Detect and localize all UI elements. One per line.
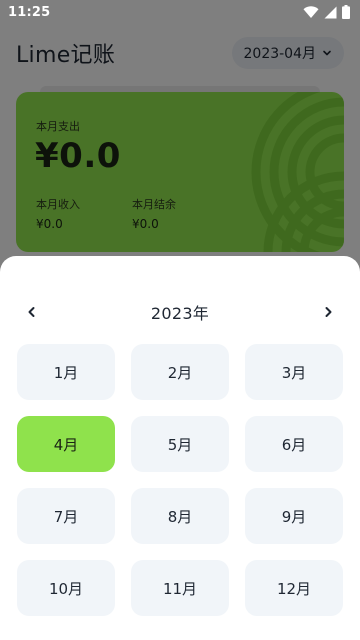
status-time: 11:25: [8, 4, 51, 20]
year-switcher: 2023年: [0, 292, 360, 332]
month-option-3[interactable]: 3月: [245, 344, 343, 400]
month-option-12[interactable]: 12月: [245, 560, 343, 616]
wifi-icon: [303, 5, 319, 18]
chevron-right-icon: [325, 307, 332, 317]
month-option-9[interactable]: 9月: [245, 488, 343, 544]
month-option-11[interactable]: 11月: [131, 560, 229, 616]
month-option-1[interactable]: 1月: [17, 344, 115, 400]
month-grid: 1月 2月 3月 4月 5月 6月 7月 8月 9月 10月 11月 12月: [17, 344, 343, 616]
month-option-8[interactable]: 8月: [131, 488, 229, 544]
status-icons: [303, 5, 350, 19]
chevron-left-icon: [28, 307, 35, 317]
battery-icon: [342, 5, 350, 19]
month-option-6[interactable]: 6月: [245, 416, 343, 472]
month-option-5[interactable]: 5月: [131, 416, 229, 472]
month-picker-sheet: 2023年 1月 2月 3月 4月 5月 6月 7月 8月 9月 10月 11月…: [0, 256, 360, 640]
month-option-2[interactable]: 2月: [131, 344, 229, 400]
previous-year-button[interactable]: [16, 296, 48, 328]
year-label: 2023年: [150, 304, 210, 323]
month-option-7[interactable]: 7月: [17, 488, 115, 544]
month-option-10[interactable]: 10月: [17, 560, 115, 616]
next-year-button[interactable]: [312, 296, 344, 328]
signal-icon: [324, 6, 337, 18]
status-bar: 11:25: [0, 0, 360, 24]
month-option-4[interactable]: 4月: [17, 416, 115, 472]
